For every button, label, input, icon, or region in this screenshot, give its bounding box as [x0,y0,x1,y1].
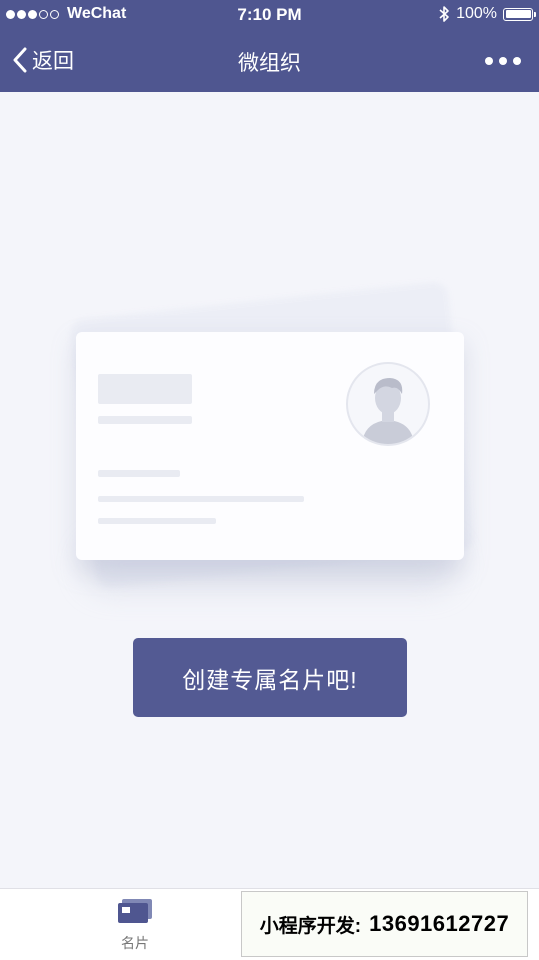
ad-phone-number: 13691612727 [369,911,510,936]
status-right: 100% [438,5,536,23]
line-placeholder [98,470,180,477]
business-card-illustration [60,280,480,610]
tab-card[interactable]: 名片 [95,897,175,953]
title-placeholder [98,416,192,424]
name-placeholder [98,374,192,404]
battery-icon [503,7,536,21]
more-dot-icon [513,57,521,65]
card-placeholder [76,332,464,560]
line-placeholder [98,496,304,502]
ad-label: 小程序开发: [259,915,362,937]
card-icon [118,899,152,923]
battery-percent: 100% [456,5,497,22]
avatar [346,362,430,446]
page-title: 微组织 [238,52,301,75]
watermark-ad-banner: 小程序开发: 13691612727 [241,891,528,957]
person-avatar-icon [362,378,414,444]
tab-label: 名片 [121,935,149,951]
create-card-button[interactable]: 创建专属名片吧! [133,638,407,717]
status-bar: WeChat 7:10 PM 100% [0,0,539,30]
more-dot-icon [485,57,493,65]
more-dot-icon [499,57,507,65]
nav-bar: 返回 微组织 [0,30,539,92]
more-options-button[interactable] [485,57,521,65]
line-placeholder [98,518,216,524]
bluetooth-icon [439,6,449,22]
